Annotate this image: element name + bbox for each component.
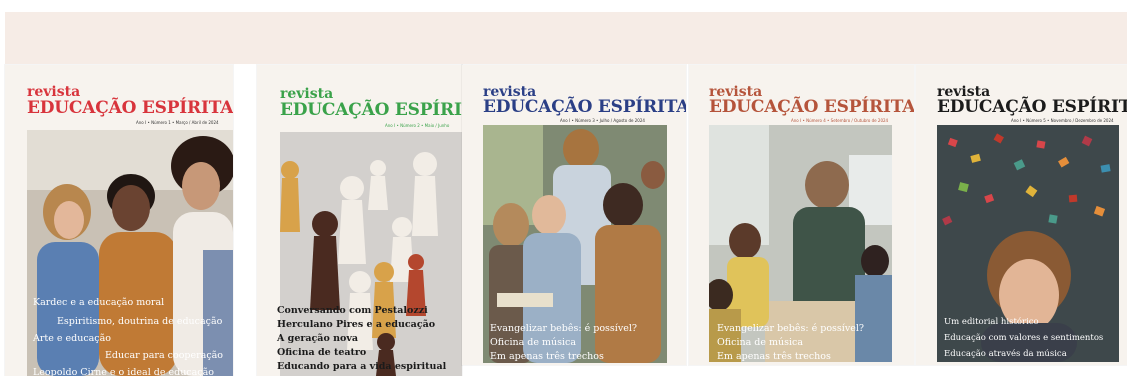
cover-headline: Kardec e a educação moral: [33, 297, 165, 308]
cover-title: EDUCAÇÃO ESPÍRITA: [280, 100, 462, 120]
cover-headline: Oficina de música: [490, 337, 577, 348]
top-banner-band: [5, 12, 1127, 64]
cover-revista-label: revista: [280, 86, 334, 102]
cover-title: EDUCAÇÃO ESPÍRITA: [709, 97, 914, 117]
cover-title: EDUCAÇÃO ESPÍRITA: [483, 97, 686, 117]
magazine-cover-3[interactable]: revista EDUCAÇÃO ESPÍRITA Ano I • Número…: [462, 65, 686, 365]
cover-headline: Oficina de música: [717, 337, 804, 348]
magazine-cover-5[interactable]: revista EDUCAÇÃO ESPÍRITA Ano I • Número…: [916, 65, 1127, 365]
cover-headline: Leopoldo Cirne e o ideal de educação: [33, 367, 214, 376]
cover-headline: A geração nova: [277, 333, 359, 344]
cover-issue-info: Ano I • Número 2 • Maio / Junho: [385, 123, 450, 128]
cover-headline: Arte e educação: [33, 333, 112, 344]
cover-headline: Evangelizar bebês: é possível?: [490, 323, 637, 334]
magazine-cover-1[interactable]: revista EDUCAÇÃO ESPÍRITA Ano I • Número…: [5, 65, 233, 376]
cover-headline: Educando para a vida espiritual: [277, 361, 447, 372]
cover-issue-info: Ano I • Número 1 • Março / Abril de 2024: [136, 120, 219, 125]
cover-headline: Educação com valores e sentimentos: [944, 333, 1104, 343]
cover-issue-info: Ano I • Número 3 • Julho / Agosto de 202…: [560, 118, 645, 123]
cover-title: EDUCAÇÃO ESPÍRITA: [27, 98, 233, 118]
cover-headline: Um editorial histórico: [944, 317, 1039, 327]
cover-headline: Educação através da música: [944, 349, 1067, 359]
cover-headline: Educar para cooperação: [105, 350, 224, 361]
magazine-cover-4[interactable]: revista EDUCAÇÃO ESPÍRITA Ano I • Número…: [689, 65, 914, 365]
cover-revista-label: revista: [27, 84, 81, 100]
cover-headline: Espiritismo, doutrina de educação: [57, 316, 223, 327]
cover-headline: Conversando com Pestalozzi: [277, 305, 428, 316]
magazine-cover-2[interactable]: revista EDUCAÇÃO ESPÍRITA Ano I • Número…: [257, 65, 462, 376]
cover-headline: Herculano Pires e a educação: [277, 319, 436, 330]
cover-headline: Evangelizar bebês: é possível?: [717, 323, 864, 334]
cover-issue-info: Ano I • Número 5 • Novembro / Dezembro d…: [1011, 118, 1114, 123]
cover-headline: Em apenas três trechos: [717, 351, 831, 362]
cover-issue-info: Ano I • Número 4 • Setembro / Outubro de…: [791, 118, 889, 123]
cover-headline: Em apenas três trechos: [490, 351, 604, 362]
cover-title: EDUCAÇÃO ESPÍRITA: [937, 97, 1127, 117]
cover-headline: Oficina de teatro: [277, 347, 367, 358]
